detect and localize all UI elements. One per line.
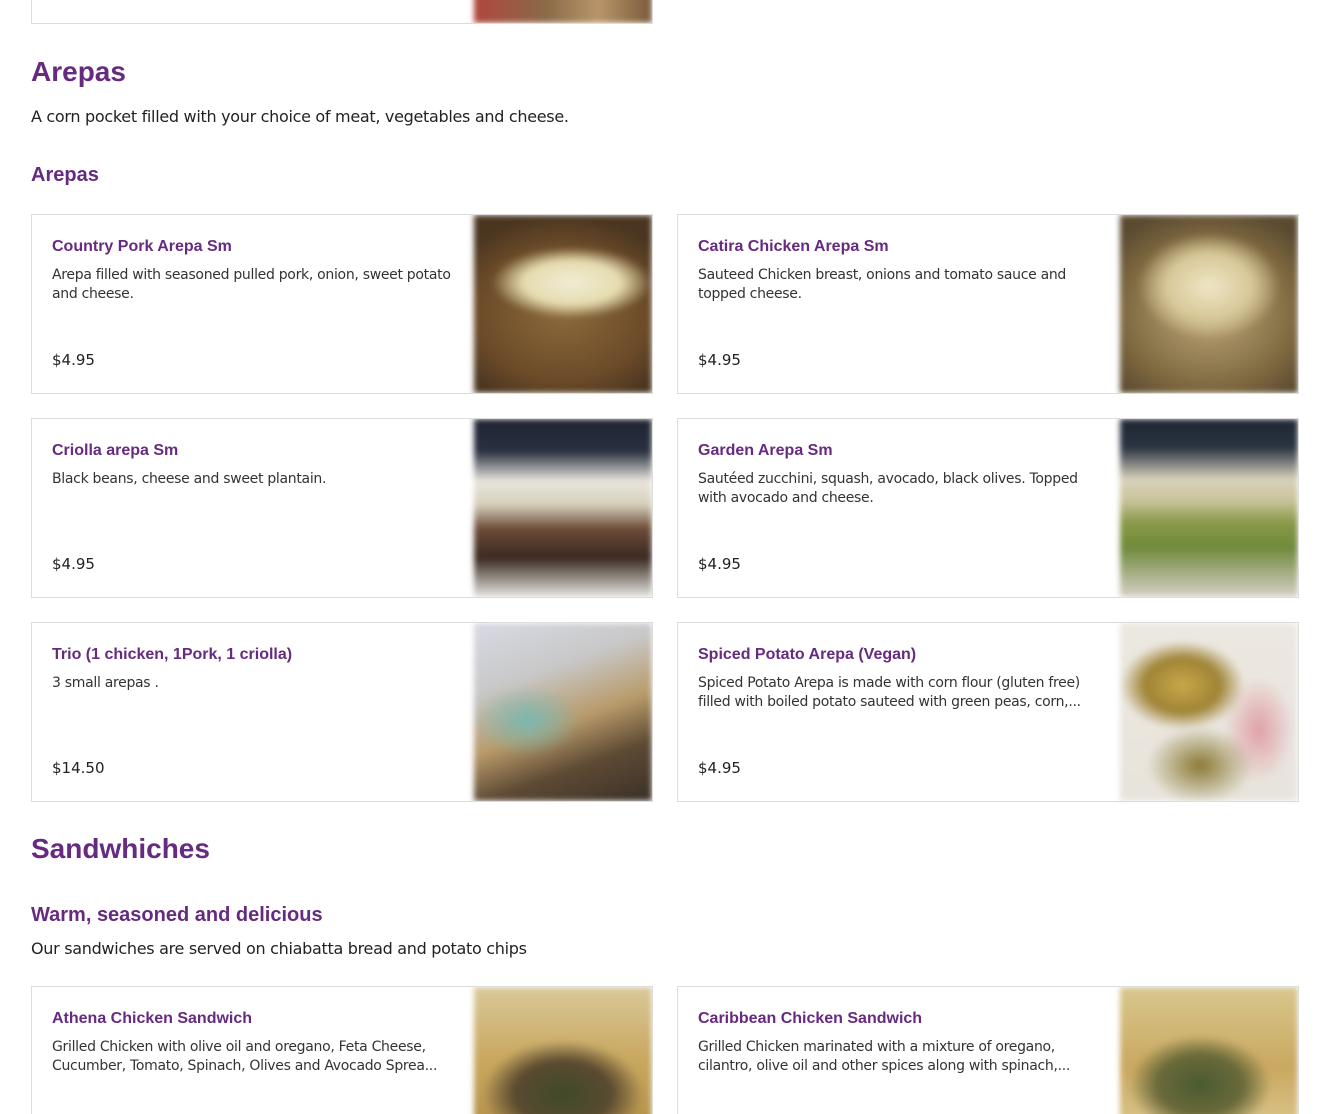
menu-item-card[interactable]: Caribbean Chicken Sandwich Grilled Chick… xyxy=(677,986,1299,1114)
section-title-sandwhiches: Sandwhiches xyxy=(31,833,210,864)
menu-item-photo xyxy=(1120,987,1298,1114)
menu-item-photo xyxy=(474,623,652,801)
menu-item-photo xyxy=(1120,623,1298,801)
item-description: Grilled Chicken marinated with a mixture… xyxy=(698,1039,1071,1074)
menu-item-card[interactable]: Trio (1 chicken, 1Pork, 1 criolla) 3 sma… xyxy=(31,622,653,802)
item-name: Spiced Potato Arepa (Vegan) xyxy=(698,646,917,663)
item-price: $14.50 xyxy=(52,759,105,777)
menu-item-card[interactable]: Garden Arepa Sm Sautéed zucchini, squash… xyxy=(677,418,1299,598)
item-description: 3 small arepas . xyxy=(52,675,159,691)
item-name: Trio (1 chicken, 1Pork, 1 criolla) xyxy=(52,646,293,663)
item-name: Country Pork Arepa Sm xyxy=(52,238,232,255)
subgroup-description: Our sandwiches are served on chiabatta b… xyxy=(31,939,527,958)
subgroup-title: Warm, seasoned and delicious xyxy=(31,904,323,926)
item-price: $4.95 xyxy=(698,351,741,369)
menu-item-card[interactable]: Country Pork Arepa Sm Arepa filled with … xyxy=(31,214,653,394)
menu-item-photo xyxy=(474,0,652,23)
item-price: $4.95 xyxy=(698,759,741,777)
item-price: $4.95 xyxy=(698,555,741,573)
menu-item-photo xyxy=(1120,419,1298,597)
item-description: Black beans, cheese and sweet plantain. xyxy=(52,471,327,487)
item-price: $4.95 xyxy=(52,351,95,369)
menu-item-photo xyxy=(474,419,652,597)
item-name: Caribbean Chicken Sandwich xyxy=(698,1010,923,1027)
item-description: Spiced Potato Arepa is made with corn fl… xyxy=(698,675,1081,710)
menu-item-card[interactable]: Criolla arepa Sm Black beans, cheese and… xyxy=(31,418,653,598)
menu-item-card[interactable]: Athena Chicken Sandwich Grilled Chicken … xyxy=(31,986,653,1114)
menu-item-card-partial[interactable] xyxy=(31,0,653,24)
menu-item-photo xyxy=(474,987,652,1114)
item-name: Criolla arepa Sm xyxy=(52,442,179,459)
subgroup-title: Arepas xyxy=(31,164,99,186)
section-description: A corn pocket filled with your choice of… xyxy=(31,107,569,126)
menu-item-photo xyxy=(474,215,652,393)
item-price: $4.95 xyxy=(52,555,95,573)
section-title-arepas: Arepas xyxy=(31,56,126,87)
item-description: Sauteed Chicken breast, onions and tomat… xyxy=(698,267,1067,302)
item-name: Athena Chicken Sandwich xyxy=(52,1010,253,1027)
item-name: Garden Arepa Sm xyxy=(698,442,833,459)
item-description: Sautéed zucchini, squash, avocado, black… xyxy=(698,471,1078,506)
menu-item-card[interactable]: Catira Chicken Arepa Sm Sauteed Chicken … xyxy=(677,214,1299,394)
item-description: Grilled Chicken with olive oil and orega… xyxy=(52,1039,438,1074)
item-name: Catira Chicken Arepa Sm xyxy=(698,238,889,255)
item-description: Arepa filled with seasoned pulled pork, … xyxy=(52,267,451,302)
menu-item-photo xyxy=(1120,215,1298,393)
menu-item-card[interactable]: Spiced Potato Arepa (Vegan) Spiced Potat… xyxy=(677,622,1299,802)
